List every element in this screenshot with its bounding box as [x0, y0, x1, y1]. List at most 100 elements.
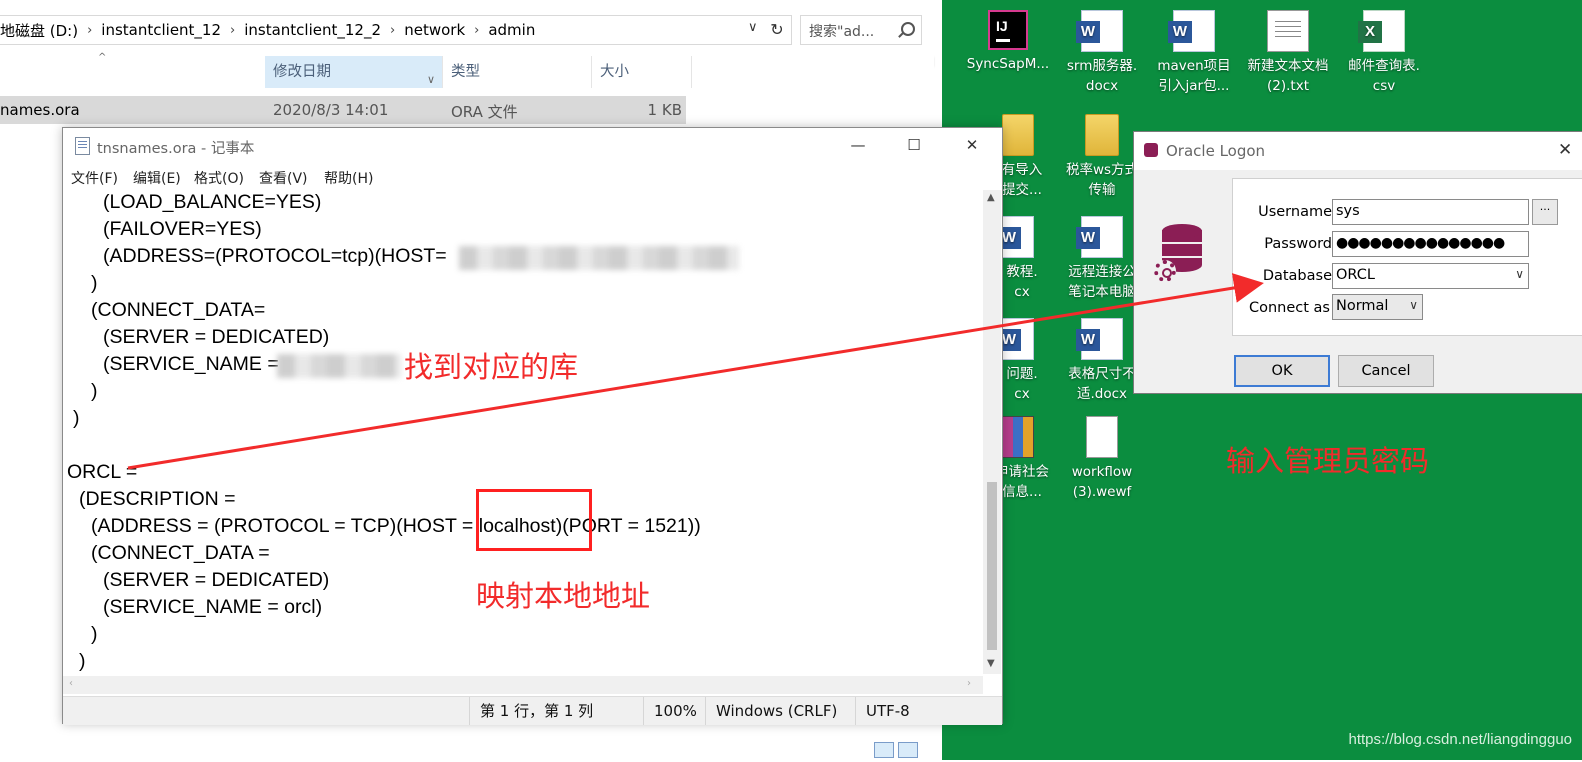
menu-format[interactable]: 格式(O) — [194, 168, 244, 188]
word-icon — [1076, 216, 1123, 258]
dialog-title: Oracle Logon — [1166, 142, 1266, 160]
desktop-icon-label: workflow (3).wewf — [1071, 464, 1133, 500]
breadcrumb-drive[interactable]: 地磁盘 (D:) — [0, 20, 87, 41]
text-line: (SERVICE_NAME = orcl) — [103, 596, 323, 618]
column-header-date[interactable]: 修改日期 ∨ — [265, 56, 443, 88]
word-icon — [1168, 10, 1215, 52]
scroll-down-icon[interactable]: ▼ — [987, 658, 995, 669]
column-header-type[interactable]: 类型 — [443, 56, 592, 88]
chevron-down-icon: ∨ — [1515, 267, 1524, 281]
menu-help[interactable]: 帮助(H) — [324, 168, 373, 188]
word-icon — [1076, 10, 1123, 52]
winrar-icon — [1002, 416, 1034, 458]
status-bar: 第 1 行，第 1 列 100% Windows (CRLF) UTF-8 — [63, 696, 1002, 725]
desktop-icon-label: 邮件查询表. csv — [1348, 58, 1420, 94]
zoom-level: 100% — [643, 697, 705, 725]
refresh-icon[interactable]: ↻ — [764, 16, 790, 44]
menu-file[interactable]: 文件(F) — [71, 168, 118, 188]
text-line: (LOAD_BALANCE=YES) — [103, 191, 322, 213]
breadcrumb-item[interactable]: instantclient_12 — [92, 21, 230, 39]
text-file-icon — [1267, 10, 1309, 52]
notepad-window: tnsnames.ora - 记事本 — ☐ ✕ 文件(F) 编辑(E) 格式(… — [62, 127, 1003, 725]
folder-icon — [1085, 114, 1119, 156]
desktop-icon-label: maven项目 引入jar包... — [1157, 58, 1231, 94]
text-line: (FAILOVER=YES) — [103, 218, 262, 240]
menu-bar: 文件(F) 编辑(E) 格式(O) 查看(V) 帮助(H) — [63, 165, 1002, 189]
desktop-icon[interactable]: SyncSapM... — [960, 10, 1056, 74]
breadcrumb-item[interactable]: instantclient_12_2 — [235, 21, 390, 39]
watermark: https://blog.csdn.net/liangdingguo — [1348, 731, 1573, 748]
desktop-icon-label: SyncSapM... — [966, 56, 1050, 72]
desktop-icon[interactable]: srm服务器. docx — [1054, 10, 1150, 96]
oracle-database-icon — [1144, 143, 1158, 157]
close-icon[interactable]: ✕ — [1558, 140, 1572, 160]
large-icons-view-icon[interactable] — [898, 742, 918, 758]
database-label: Database — [1262, 268, 1332, 284]
connect-as-select[interactable]: Normal ∨ — [1332, 294, 1423, 320]
notepad-icon — [75, 137, 90, 155]
scroll-up-icon[interactable]: ▲ — [987, 192, 995, 203]
username-label: Username — [1258, 204, 1332, 220]
word-icon — [1076, 318, 1123, 360]
minimize-icon[interactable]: — — [843, 134, 873, 156]
database-select[interactable]: ORCL ∨ — [1332, 263, 1529, 289]
excel-icon — [1358, 10, 1405, 52]
redacted-service-name — [277, 354, 401, 378]
chevron-down-icon: ∨ — [1409, 298, 1418, 312]
desktop-icon-label: 新建文本文档 (2).txt — [1247, 58, 1329, 94]
password-field[interactable]: ●●●●●●●●●●●●●●● — [1332, 231, 1529, 257]
desktop-icon[interactable]: workflow (3).wewf — [1054, 416, 1150, 502]
file-date: 2020/8/3 14:01 — [273, 101, 389, 119]
cancel-button[interactable]: Cancel — [1338, 355, 1434, 387]
scroll-right-icon[interactable]: › — [967, 678, 971, 689]
text-editor[interactable]: (LOAD_BALANCE=YES) (FAILOVER=YES) (ADDRE… — [63, 190, 983, 678]
scroll-thumb[interactable] — [987, 482, 997, 650]
text-line: ) — [91, 380, 98, 402]
desktop-icon[interactable]: maven项目 引入jar包... — [1146, 10, 1242, 96]
text-line: ORCL = — [67, 461, 138, 483]
address-bar[interactable]: 地磁盘 (D:) › instantclient_12 › instantcli… — [0, 15, 792, 45]
breadcrumb-item[interactable]: network — [395, 21, 474, 39]
text-line: (SERVICE_NAME = — [103, 353, 279, 375]
horizontal-scrollbar[interactable]: ‹ › — [63, 676, 983, 694]
maximize-icon[interactable]: ☐ — [899, 134, 929, 156]
oracle-logon-dialog: Oracle Logon ✕ Username sys ··· Password… — [1133, 131, 1582, 394]
password-label: Password — [1264, 236, 1332, 252]
menu-edit[interactable]: 编辑(E) — [133, 168, 181, 188]
username-field[interactable]: sys — [1332, 199, 1529, 225]
text-line: (SERVER = DEDICATED) — [103, 326, 330, 348]
search-input[interactable]: 搜索"ad... — [800, 15, 922, 45]
details-view-icon[interactable] — [874, 742, 894, 758]
search-placeholder: 搜索"ad... — [809, 24, 875, 40]
text-line: ) — [91, 272, 98, 294]
window-title: tnsnames.ora - 记事本 — [97, 141, 255, 157]
menu-view[interactable]: 查看(V) — [259, 168, 308, 188]
chevron-down-icon[interactable]: ∨ — [748, 20, 758, 35]
dialog-title-bar[interactable]: Oracle Logon ✕ — [1134, 132, 1582, 170]
scroll-left-icon[interactable]: ‹ — [69, 678, 73, 689]
text-line: (DESCRIPTION = — [79, 488, 236, 510]
desktop-icon[interactable]: 邮件查询表. csv — [1336, 10, 1432, 96]
close-icon[interactable]: ✕ — [957, 134, 987, 156]
desktop-icon[interactable]: 新建文本文档 (2).txt — [1240, 10, 1336, 96]
browse-button[interactable]: ··· — [1532, 199, 1558, 225]
text-line: (ADDRESS=(PROTOCOL=tcp)(HOST= — [103, 245, 447, 267]
ok-button[interactable]: OK — [1234, 355, 1330, 387]
file-name: names.ora — [0, 101, 80, 119]
breadcrumb-item[interactable]: admin — [479, 21, 544, 39]
view-toggle[interactable] — [874, 742, 922, 760]
text-line: (SERVER = DEDICATED) — [103, 569, 330, 591]
intellij-icon — [988, 10, 1028, 50]
vertical-scrollbar[interactable]: ▲ ▼ — [983, 190, 1001, 674]
text-line: ) — [91, 623, 98, 645]
text-line: (CONNECT_DATA = — [91, 542, 270, 564]
text-line: (CONNECT_DATA= — [91, 299, 266, 321]
notepad-title-bar[interactable]: tnsnames.ora - 记事本 — ☐ ✕ — [63, 128, 1002, 164]
file-type: ORA 文件 — [451, 103, 518, 121]
text-line: (ADDRESS = (PROTOCOL = TCP)(HOST = local… — [91, 515, 701, 537]
column-header-size[interactable]: 大小 — [592, 56, 692, 88]
search-icon — [901, 22, 915, 36]
chevron-down-icon[interactable]: ∨ — [427, 64, 435, 96]
file-row[interactable]: names.ora 2020/8/3 14:01 ORA 文件 1 KB — [0, 96, 686, 124]
cursor-position: 第 1 行，第 1 列 — [469, 697, 643, 725]
